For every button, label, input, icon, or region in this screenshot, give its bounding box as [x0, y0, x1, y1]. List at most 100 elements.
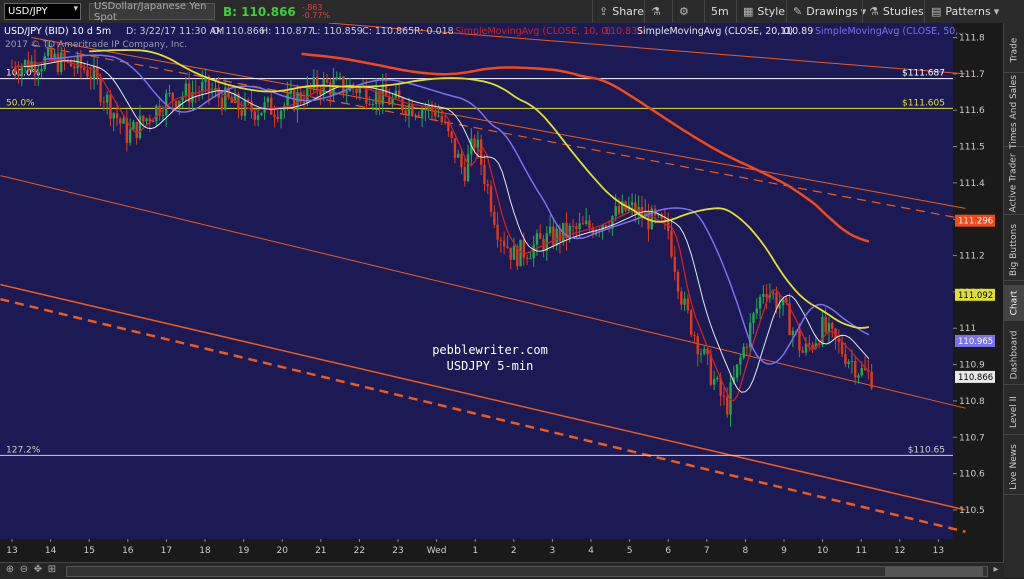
candle-body [670, 230, 673, 257]
drawings-button[interactable]: ✎ Drawings ▾ [786, 0, 866, 23]
sidebar-tab-times-and-sales[interactable]: Times And Sales [1004, 75, 1024, 148]
candle-body [315, 76, 319, 92]
candle-body [791, 330, 795, 336]
candle-body [552, 226, 555, 246]
flask-button[interactable]: ⚗ [644, 0, 672, 23]
candle-body [489, 186, 493, 212]
sidebar-tab-level-ii[interactable]: Level II [1004, 389, 1024, 435]
sidebar-tab-active-trader[interactable]: Active Trader [1004, 151, 1024, 215]
sidebar-tab-trade[interactable]: Trade [1004, 27, 1024, 73]
candle-body [453, 138, 457, 158]
time-tick-label: 20 [276, 546, 288, 556]
time-tick-label: 7 [704, 546, 710, 556]
price-flag-label: 111.092 [958, 291, 993, 301]
candle-body [722, 395, 726, 397]
candle-body [132, 121, 135, 130]
candle-body [844, 354, 847, 365]
candle-body [447, 122, 450, 132]
symbol-selector[interactable]: USD/JPY ▾ [4, 3, 81, 20]
sidebar-tab-label: Live News [1009, 443, 1019, 490]
time-tick-label: 4 [588, 546, 594, 556]
share-button[interactable]: ⇪ Share [592, 0, 644, 23]
time-tick-label: 18 [199, 546, 211, 556]
price-tick-label: 110.5 [959, 506, 985, 516]
ohlc-range: R: 0.018 [414, 26, 454, 37]
fib-level-price: $111.605 [902, 98, 945, 108]
price-tick-label: 111.2 [959, 252, 985, 262]
sidebar-tab-label: Active Trader [1009, 152, 1020, 213]
price-tick-label: 111.7 [959, 70, 985, 80]
sma20-value: 110.89 [780, 26, 813, 37]
candle-body [831, 323, 834, 329]
candle-body [870, 371, 873, 389]
candle-body [332, 79, 335, 95]
sidebar-tab-label: Big Buttons [1009, 223, 1019, 276]
candle-body [266, 97, 270, 103]
sidebar-tab-chart[interactable]: Chart [1004, 285, 1024, 321]
candle-body [37, 71, 40, 74]
candle-body [174, 101, 178, 108]
zoom-in-icon[interactable]: ⊕ [4, 564, 16, 576]
flask-icon: ⚗ [651, 5, 661, 18]
candle-body [496, 224, 499, 240]
time-tick-label: 1 [472, 546, 478, 556]
chevron-down-icon[interactable]: ▾ [73, 4, 78, 14]
scrollbar-thumb[interactable] [885, 567, 983, 576]
ohlc-date: D: 3/22/17 11:30 AM [126, 26, 224, 37]
candle-body [73, 66, 76, 69]
candle-body [269, 97, 273, 115]
drawings-label: Drawings [806, 5, 858, 18]
candle-body [811, 344, 814, 349]
scroll-end-icon[interactable]: ▸ [990, 564, 1002, 576]
time-tick-label: 6 [665, 546, 671, 556]
price-chart[interactable]: 100.0% $111.68750.0% $111.605127.2% $110.65… [0, 23, 1004, 571]
candle-body [509, 247, 512, 260]
candle-body [404, 110, 407, 116]
candle-body [63, 52, 66, 61]
time-tick-label: 19 [238, 546, 250, 556]
zoom-out-icon[interactable]: ⊖ [18, 564, 30, 576]
pan-icon[interactable]: ✥ [32, 564, 44, 576]
candle-body [745, 346, 749, 348]
flask-icon: ⚗ [869, 5, 879, 18]
settings-button[interactable]: ⚙ [672, 0, 704, 23]
candle-body [128, 129, 132, 143]
time-tick-label: 3 [550, 546, 556, 556]
candle-body [486, 184, 489, 187]
candle-body [286, 93, 289, 106]
candle-body [581, 223, 585, 225]
candle-body [411, 104, 414, 117]
candle-body [824, 316, 827, 333]
candle-body [40, 68, 43, 72]
candle-body [712, 379, 716, 385]
last-price: B: 110.866 [223, 4, 296, 19]
candle-body [680, 291, 683, 305]
time-tick-label: 5 [627, 546, 633, 556]
candle-body [161, 115, 165, 117]
sidebar-tab-live-news[interactable]: Live News [1004, 439, 1024, 495]
sidebar-tab-big-buttons[interactable]: Big Buttons [1004, 219, 1024, 281]
style-button[interactable]: ▦ Style [736, 0, 786, 23]
candle-body [115, 113, 119, 119]
candle-body [673, 256, 676, 272]
symbol-description: USDollar/Japanese Yen Spot [89, 1, 215, 23]
candle-body [151, 121, 155, 123]
timeframe-button[interactable]: 5m [704, 0, 736, 23]
studies-button[interactable]: ⚗ Studies [862, 0, 924, 23]
chart-scrollbar[interactable] [66, 566, 988, 577]
candle-body [854, 361, 857, 378]
candle-body [571, 225, 575, 227]
time-tick-label: 10 [817, 546, 829, 556]
candle-body [479, 139, 483, 165]
candle-body [532, 244, 535, 259]
sidebar-tab-dashboard[interactable]: Dashboard [1004, 325, 1024, 385]
candle-body [329, 82, 332, 95]
candle-body [840, 341, 844, 355]
pencil-icon: ✎ [793, 5, 803, 18]
candle-body [539, 233, 542, 239]
change-block: -.863 -0.77% [302, 3, 330, 20]
fib-level-price: $111.687 [902, 69, 945, 79]
patterns-button[interactable]: ▤ Patterns ▾ [924, 0, 1000, 23]
candle-body [716, 377, 719, 380]
reset-icon[interactable]: ⊞ [46, 564, 58, 576]
